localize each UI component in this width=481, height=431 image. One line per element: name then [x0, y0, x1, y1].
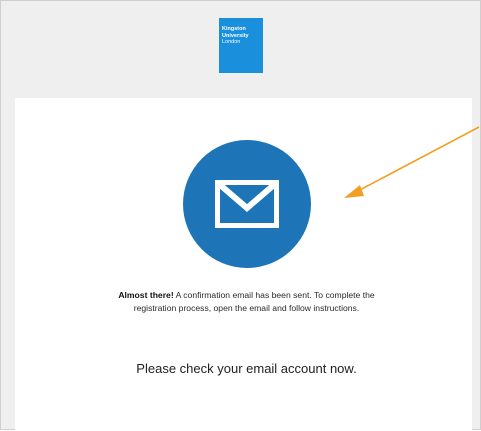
- arrow-head: [344, 185, 364, 198]
- arrow-line: [355, 126, 480, 193]
- annotation-arrow: [344, 126, 480, 198]
